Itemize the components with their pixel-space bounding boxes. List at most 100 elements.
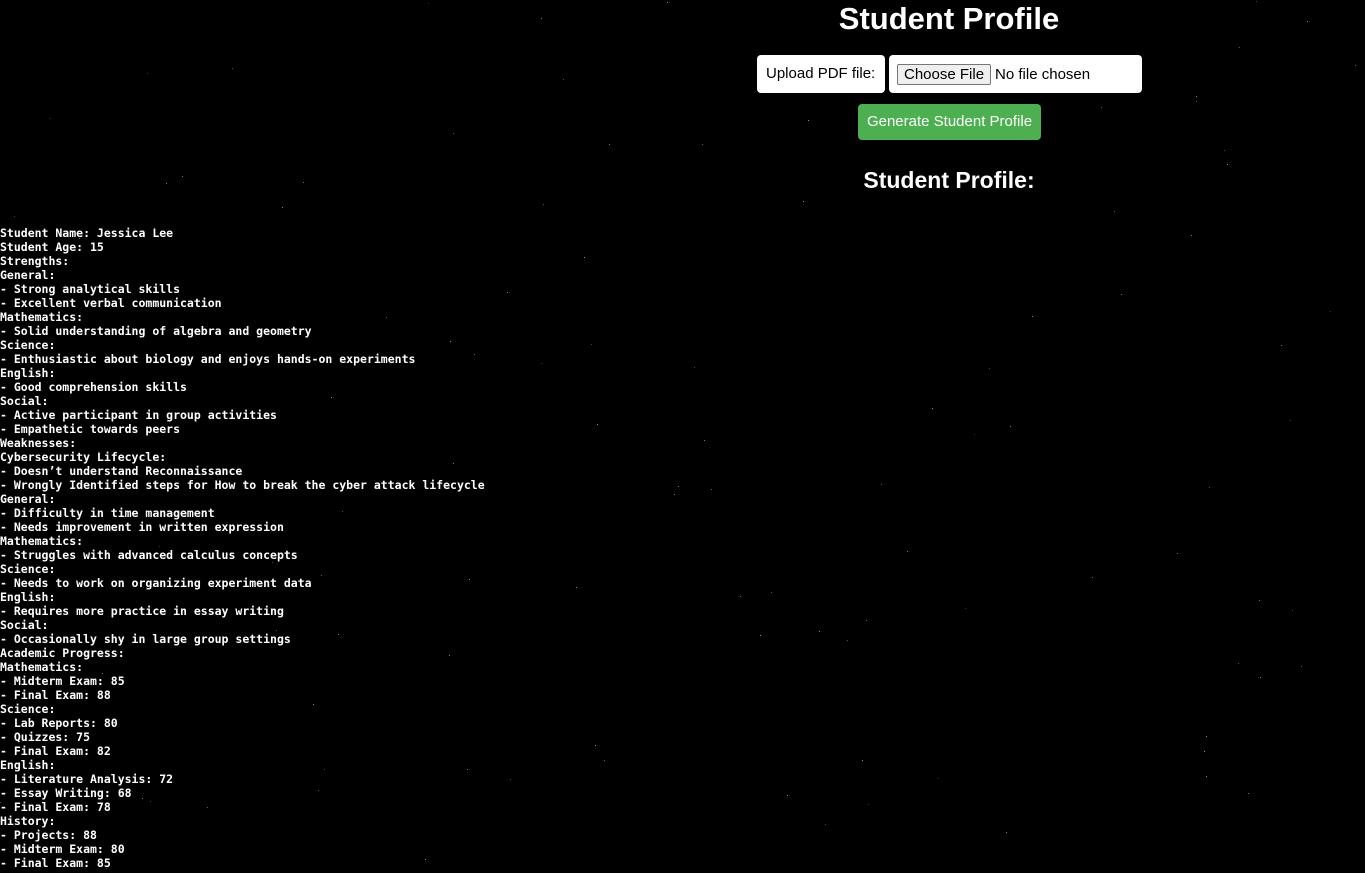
- star: [825, 824, 826, 825]
- file-status-text: No file chosen: [995, 65, 1091, 83]
- profile-heading: Student Profile:: [863, 167, 1035, 193]
- star: [1239, 47, 1240, 48]
- star: [866, 620, 867, 621]
- profile-line: General:: [0, 492, 56, 506]
- profile-line: Cybersecurity Lifecycle:: [0, 450, 167, 464]
- profile-line: - Midterm Exam: 85: [0, 674, 125, 688]
- star: [667, 2, 668, 3]
- profile-line: - Final Exam: 82: [0, 744, 111, 758]
- profile-line: - Lab Reports: 80: [0, 716, 118, 730]
- profile-line: - Good comprehension skills: [0, 380, 187, 394]
- star: [803, 201, 804, 202]
- profile-line: Mathematics:: [0, 660, 84, 674]
- page-title: Student Profile: [838, 1, 1060, 36]
- profile-line: - Solid understanding of algebra and geo…: [0, 324, 312, 338]
- star: [1292, 610, 1293, 611]
- star: [862, 760, 863, 761]
- profile-line: English:: [0, 758, 56, 772]
- star: [965, 608, 966, 609]
- profile-line: - Doesn’t understand Reconnaissance: [0, 464, 243, 478]
- star: [1209, 487, 1210, 488]
- profile-line: - Wrongly Identified steps for How to br…: [0, 478, 485, 492]
- star: [819, 631, 820, 632]
- star: [907, 551, 908, 552]
- profile-line: - Projects: 88: [0, 828, 97, 842]
- star: [507, 292, 508, 293]
- profile-line: Mathematics:: [0, 310, 84, 324]
- star: [989, 368, 990, 369]
- file-input[interactable]: Choose File No file chosen: [889, 55, 1142, 93]
- star: [1032, 316, 1033, 317]
- star: [232, 68, 233, 69]
- profile-line: Social:: [0, 394, 49, 408]
- upload-label: Upload PDF file:: [757, 55, 885, 93]
- star: [674, 494, 675, 495]
- profile-line: - Midterm Exam: 80: [0, 842, 125, 856]
- star: [510, 779, 511, 780]
- profile-line: - Difficulty in time management: [0, 506, 215, 520]
- profile-line: History:: [0, 814, 56, 828]
- profile-line: Academic Progress:: [0, 646, 125, 660]
- star: [541, 363, 542, 364]
- star: [760, 635, 761, 636]
- star: [563, 79, 564, 80]
- star: [1114, 211, 1115, 212]
- star: [1307, 21, 1308, 22]
- profile-line: - Final Exam: 85: [0, 856, 111, 870]
- star: [1290, 420, 1291, 421]
- profile-line: Strengths:: [0, 254, 70, 268]
- star: [1256, 1, 1257, 2]
- upload-form: Upload PDF file: Choose File No file cho…: [757, 55, 1142, 93]
- star: [881, 484, 882, 485]
- profile-line: Student Age: 15: [0, 240, 104, 254]
- star: [584, 257, 585, 258]
- star: [591, 344, 592, 345]
- star: [868, 804, 869, 805]
- profile-line: - Occasionally shy in large group settin…: [0, 632, 291, 646]
- star: [787, 795, 788, 796]
- star: [1196, 101, 1197, 102]
- star: [808, 120, 809, 121]
- star: [1301, 666, 1302, 667]
- star: [932, 408, 933, 409]
- profile-line: - Needs to work on organizing experiment…: [0, 576, 312, 590]
- star: [1204, 751, 1205, 752]
- star: [974, 434, 975, 435]
- star: [1330, 311, 1331, 312]
- profile-line: Weaknesses:: [0, 436, 77, 450]
- star: [166, 183, 167, 184]
- star: [938, 778, 939, 779]
- profile-line: - Struggles with advanced calculus conce…: [0, 548, 298, 562]
- star: [541, 18, 542, 19]
- star: [282, 207, 283, 208]
- profile-line: English:: [0, 590, 56, 604]
- star: [740, 596, 741, 597]
- star: [595, 745, 596, 746]
- profile-line: - Essay Writing: 68: [0, 786, 132, 800]
- star: [50, 118, 51, 119]
- star: [1260, 677, 1261, 678]
- profile-line: - Literature Analysis: 72: [0, 772, 174, 786]
- star: [1010, 426, 1011, 427]
- profile-line: - Excellent verbal communication: [0, 296, 222, 310]
- star: [1281, 345, 1282, 346]
- profile-line: - Empathetic towards peers: [0, 422, 181, 436]
- profile-line: Student Name: Jessica Lee: [0, 226, 174, 240]
- profile-line: Mathematics:: [0, 534, 84, 548]
- star: [702, 144, 703, 145]
- star: [428, 3, 429, 4]
- star: [303, 182, 304, 183]
- choose-file-button[interactable]: Choose File: [897, 63, 992, 85]
- star: [771, 592, 772, 593]
- star: [609, 144, 610, 145]
- profile-output: Student Name: Jessica Lee Student Age: 15…: [0, 226, 485, 870]
- star: [1191, 235, 1192, 236]
- profile-line: - Final Exam: 78: [0, 800, 111, 814]
- generate-profile-button[interactable]: Generate Student Profile: [858, 104, 1041, 140]
- star: [604, 760, 605, 761]
- profile-line: - Requires more practice in essay writin…: [0, 604, 284, 618]
- star: [597, 424, 598, 425]
- star: [1206, 736, 1207, 737]
- star: [147, 73, 148, 74]
- star: [182, 176, 183, 177]
